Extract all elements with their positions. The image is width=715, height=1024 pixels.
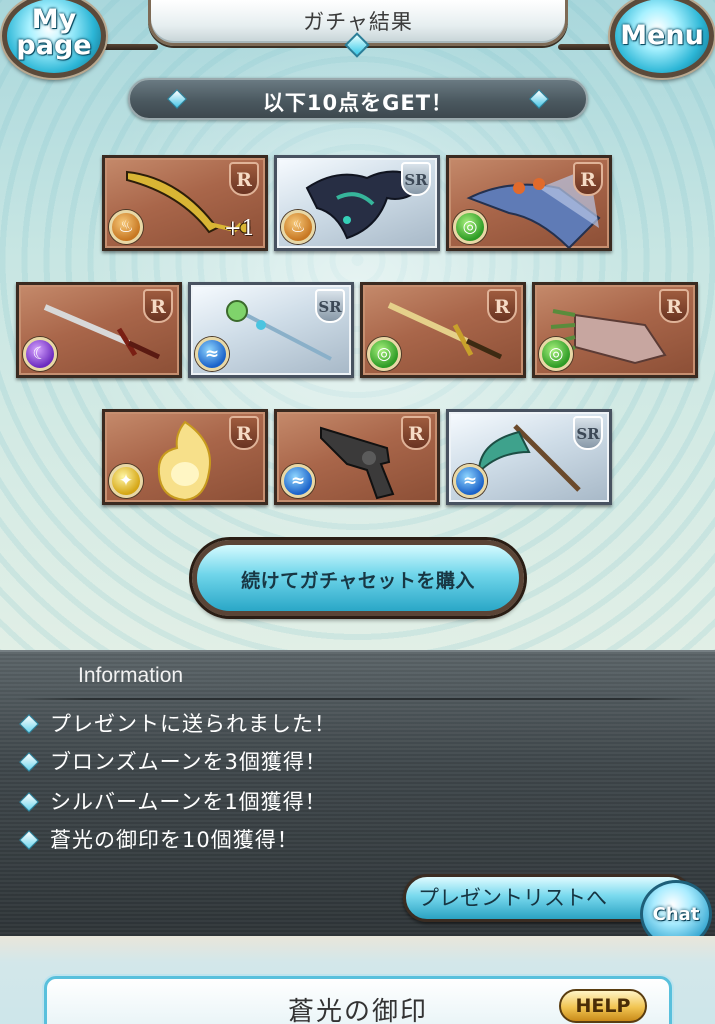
gacha-result-area: ガチャ結果 My page Menu 以下10点をGET！ R ♨ +1 SR … [0, 0, 715, 650]
card-flame-spirit[interactable]: R ✦ [102, 409, 268, 505]
plus-badge: +1 [224, 216, 255, 240]
rarity-badge: R [143, 289, 173, 323]
present-list-label: プレゼントリストへ [418, 886, 607, 910]
menu-button[interactable]: Menu [610, 0, 714, 78]
water-element-icon: ≈ [281, 464, 315, 498]
rarity-badge: SR [315, 289, 345, 323]
rarity-badge: R [573, 162, 603, 196]
rarity-badge: SR [573, 416, 603, 450]
card-golden-scimitar[interactable]: R ♨ +1 [102, 155, 268, 251]
wind-element-icon: ◎ [367, 337, 401, 371]
diamond-gem-icon [167, 89, 187, 109]
card-revolver[interactable]: R ≈ [274, 409, 440, 505]
rarity-badge: R [401, 416, 431, 450]
card-winged-beast[interactable]: R ◎ [446, 155, 612, 251]
info-line-text: シルバームーンを1個獲得！ [50, 790, 327, 814]
mypage-label-bottom: page [16, 30, 92, 61]
diamond-gem-icon [19, 830, 39, 850]
water-element-icon: ≈ [195, 337, 229, 371]
info-line: シルバームーンを1個獲得！ [19, 786, 327, 816]
get-banner-text: 以下10点をGET！ [262, 91, 454, 115]
info-line-text: 蒼光の御印を10個獲得！ [50, 828, 299, 852]
card-claw-gauntlet[interactable]: R ◎ [532, 282, 698, 378]
wind-element-icon: ◎ [453, 210, 487, 244]
fire-element-icon: ♨ [281, 210, 315, 244]
diamond-gem-icon [529, 89, 549, 109]
divider [16, 698, 699, 700]
rarity-badge: R [229, 162, 259, 196]
diamond-gem-icon [19, 792, 39, 812]
menu-label: Menu [620, 20, 704, 51]
info-line-text: ブロンズムーンを3個獲得！ [50, 750, 327, 774]
help-label: HELP [575, 995, 631, 1017]
get-banner: 以下10点をGET！ [128, 78, 588, 120]
item-panel: 蒼光の御印 HELP [44, 976, 672, 1024]
diamond-gem-icon [19, 714, 39, 734]
wind-element-icon: ◎ [539, 337, 573, 371]
rarity-badge: R [487, 289, 517, 323]
card-jeweled-staff[interactable]: SR ≈ [188, 282, 354, 378]
card-longsword[interactable]: R ☾ [16, 282, 182, 378]
dark-element-icon: ☾ [23, 337, 57, 371]
buy-gacha-set-label: 続けてガチャセットを購入 [241, 570, 475, 592]
diamond-gem-icon [19, 752, 39, 772]
fire-element-icon: ♨ [109, 210, 143, 244]
mypage-button[interactable]: My page [2, 0, 106, 78]
info-line: ブロンズムーンを3個獲得！ [19, 746, 327, 776]
help-button[interactable]: HELP [559, 989, 647, 1023]
card-scythe[interactable]: SR ≈ [446, 409, 612, 505]
card-dark-dragon[interactable]: SR ♨ [274, 155, 440, 251]
water-element-icon: ≈ [453, 464, 487, 498]
rarity-badge: SR [401, 162, 431, 196]
buy-gacha-set-button[interactable]: 続けてガチャセットを購入 [192, 540, 524, 616]
light-element-icon: ✦ [109, 464, 143, 498]
rarity-badge: R [229, 416, 259, 450]
info-line-text: プレゼントに送られました！ [50, 712, 336, 736]
bottom-area: 蒼光の御印 HELP [0, 936, 715, 1024]
info-line: プレゼントに送られました！ [19, 708, 336, 738]
card-golden-sword[interactable]: R ◎ [360, 282, 526, 378]
information-title: Information [78, 664, 184, 687]
chat-label: Chat [652, 904, 700, 925]
info-line: 蒼光の御印を10個獲得！ [19, 824, 299, 854]
header-ornament-left [96, 44, 158, 50]
information-panel: Information プレゼントに送られました！ ブロンズムーンを3個獲得！ … [0, 650, 715, 936]
page-title: ガチャ結果 [303, 10, 413, 34]
rarity-badge: R [659, 289, 689, 323]
